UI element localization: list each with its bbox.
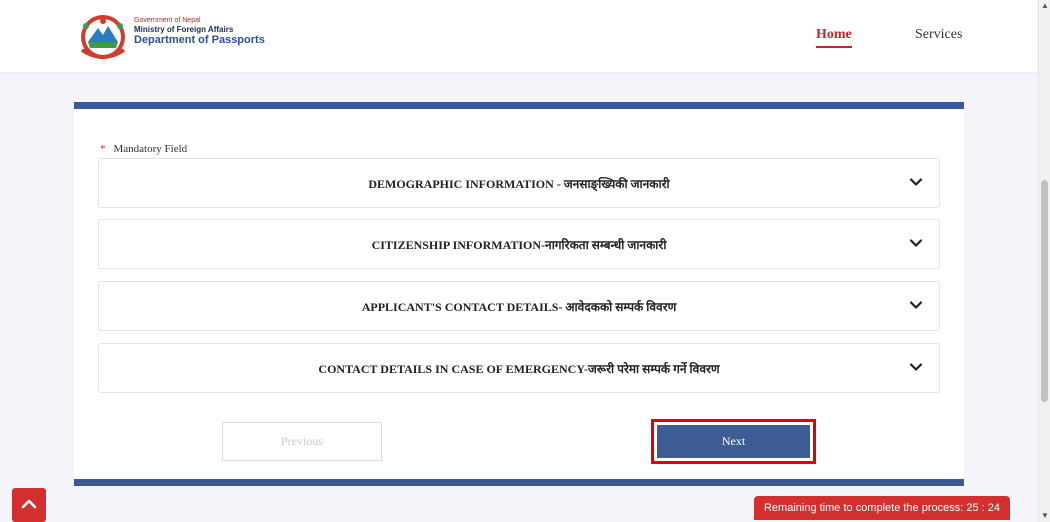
accordion-title: DEMOGRAPHIC INFORMATION - जनसाङ्ख्यिकी ज… xyxy=(368,177,670,191)
next-button[interactable]: Next xyxy=(657,425,810,458)
scroll-up-arrow-icon[interactable]: ▲ xyxy=(1041,1,1049,10)
chevron-down-icon[interactable] xyxy=(909,298,923,312)
nav-home-link[interactable]: Home xyxy=(816,27,852,48)
accordion-citizenship-information[interactable]: CITIZENSHIP INFORMATION-नागरिकता सम्बन्ध… xyxy=(98,219,940,269)
brand-line-ministry: Ministry of Foreign Affairs xyxy=(134,25,234,35)
accordion-emergency-contact-details[interactable]: CONTACT DETAILS IN CASE OF EMERGENCY-जरू… xyxy=(98,343,940,393)
required-asterisk: * xyxy=(100,143,106,155)
scroll-down-arrow-icon[interactable]: ▼ xyxy=(1041,511,1049,520)
application-form-card: * Mandatory Field DEMOGRAPHIC INFORMATION… xyxy=(74,102,964,486)
nav-services-link[interactable]: Services xyxy=(915,27,962,43)
previous-button[interactable]: Previous xyxy=(222,422,382,461)
mandatory-field-label: Mandatory Field xyxy=(113,143,188,155)
mandatory-field-note: * Mandatory Field xyxy=(100,143,187,155)
chevron-up-icon xyxy=(21,499,37,509)
next-button-highlight: Next xyxy=(651,419,816,464)
accordion-title: APPLICANT'S CONTACT DETAILS- आवेदकको सम्… xyxy=(361,300,677,314)
nepal-emblem-icon[interactable] xyxy=(76,12,130,62)
chevron-down-icon[interactable] xyxy=(909,236,923,250)
remaining-time-badge: Remaining time to complete the process: … xyxy=(754,496,1010,520)
chevron-down-icon[interactable] xyxy=(909,360,923,374)
scroll-to-top-button[interactable] xyxy=(12,488,46,522)
site-header: Government of Nepal Ministry of Foreign … xyxy=(0,0,1038,72)
accordion-title: CONTACT DETAILS IN CASE OF EMERGENCY-जरू… xyxy=(318,362,720,376)
brand-line-government: Government of Nepal xyxy=(134,17,201,24)
scrollbar-thumb[interactable] xyxy=(1041,180,1048,402)
page-scrollbar[interactable]: ▲ ▼ xyxy=(1038,0,1050,522)
accordion-demographic-information[interactable]: DEMOGRAPHIC INFORMATION - जनसाङ्ख्यिकी ज… xyxy=(98,158,940,208)
accordion-applicant-contact-details[interactable]: APPLICANT'S CONTACT DETAILS- आवेदकको सम्… xyxy=(98,281,940,331)
brand-line-department: Department of Passports xyxy=(134,34,265,47)
brand-text[interactable]: Government of Nepal Ministry of Foreign … xyxy=(134,17,265,47)
accordion-title: CITIZENSHIP INFORMATION-नागरिकता सम्बन्ध… xyxy=(371,238,667,252)
chevron-down-icon[interactable] xyxy=(909,175,923,189)
